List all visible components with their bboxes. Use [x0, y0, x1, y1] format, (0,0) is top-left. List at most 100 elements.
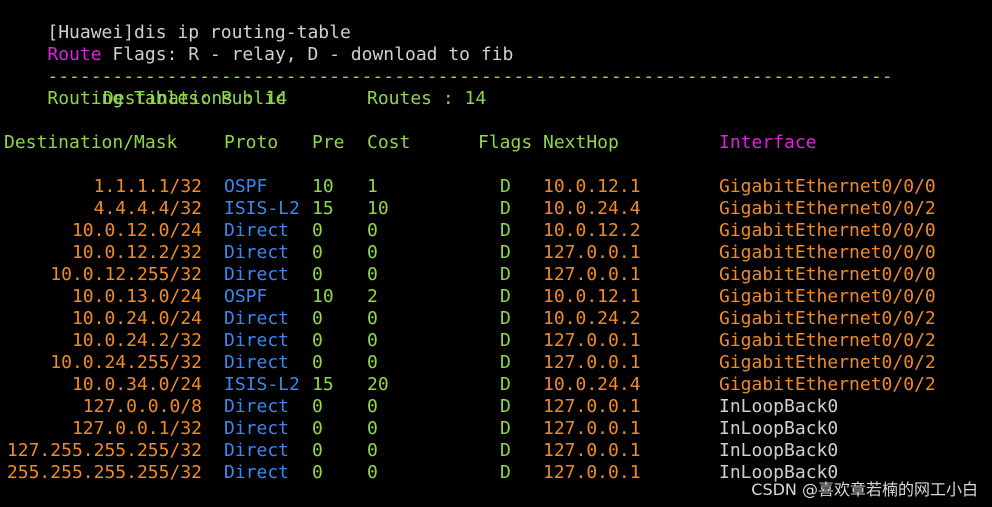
route-preference: 0	[312, 418, 323, 439]
route-nexthop: 10.0.12.1	[543, 176, 641, 197]
csdn-watermark: CSDN @喜欢章若楠的网工小白	[751, 480, 978, 499]
route-flag: D	[500, 176, 511, 197]
route-flag: D	[500, 440, 511, 461]
route-nexthop: 10.0.12.2	[543, 220, 641, 241]
table-row: 1.1.1.1/32 OSPF 10 1 D 10.0.12.1 GigabitEthern…	[4, 176, 988, 198]
route-destination: 4.4.4.4/32	[93, 198, 202, 219]
route-interface: InLoopBack0	[719, 418, 839, 439]
route-preference: 0	[312, 308, 323, 329]
route-preference: 10	[312, 176, 334, 197]
route-proto: OSPF	[224, 176, 268, 197]
destinations-count: Destinations : 14	[103, 88, 288, 109]
route-preference: 0	[312, 352, 323, 373]
route-cost: 1	[367, 176, 378, 197]
route-proto: Direct	[224, 462, 290, 483]
route-proto: Direct	[224, 330, 290, 351]
route-interface: InLoopBack0	[719, 440, 839, 461]
header-proto: Proto	[224, 132, 279, 153]
route-cost: 0	[367, 264, 378, 285]
table-row: 10.0.12.0/24 Direct 0 0 D 10.0.12.2 GigabitEth…	[4, 220, 988, 242]
table-row: 127.255.255.255/32 Direct 0 0 D 127.0.0.1 InLo…	[4, 440, 988, 462]
route-flag: D	[500, 264, 511, 285]
route-nexthop: 127.0.0.1	[543, 264, 641, 285]
header-nexthop: NextHop	[543, 132, 619, 153]
route-cost: 20	[367, 374, 389, 395]
route-flag: D	[500, 286, 511, 307]
route-interface: GigabitEthernet0/0/2	[719, 308, 936, 329]
route-proto: Direct	[224, 440, 290, 461]
route-cost: 0	[367, 396, 378, 417]
routes-count: Routes : 14	[367, 88, 487, 109]
routing-tables-line: Routing Tables: Public	[4, 66, 988, 109]
route-preference: 0	[312, 242, 323, 263]
route-nexthop: 127.0.0.1	[543, 330, 641, 351]
route-interface: GigabitEthernet0/0/0	[719, 176, 936, 197]
table-row: 10.0.34.0/24 ISIS-L2 15 20 D 10.0.24.4 Gigabit…	[4, 374, 988, 396]
route-nexthop: 127.0.0.1	[543, 418, 641, 439]
route-interface: GigabitEthernet0/0/2	[719, 352, 936, 373]
table-row: 10.0.12.2/32 Direct 0 0 D 127.0.0.1 GigabitEth…	[4, 242, 988, 264]
route-proto: Direct	[224, 220, 290, 241]
route-proto: Direct	[224, 418, 290, 439]
route-flag: D	[500, 308, 511, 329]
route-proto: Direct	[224, 242, 290, 263]
table-row: 10.0.12.255/32 Direct 0 0 D 127.0.0.1 GigabitE…	[4, 264, 988, 286]
route-interface: GigabitEthernet0/0/2	[719, 374, 936, 395]
flags-line: Route Flags: R - relay, D - download to …	[4, 22, 988, 65]
route-flag: D	[500, 242, 511, 263]
route-destination: 255.255.255.255/32	[6, 462, 202, 483]
table-row: 10.0.24.255/32 Direct 0 0 D 127.0.0.1 GigabitE…	[4, 352, 988, 374]
route-destination: 10.0.12.255/32	[50, 264, 202, 285]
route-nexthop: 10.0.24.2	[543, 308, 641, 329]
route-flag: D	[500, 220, 511, 241]
separator-line: ----------------------------------------…	[4, 44, 988, 87]
route-cost: 10	[367, 198, 389, 219]
route-nexthop: 127.0.0.1	[543, 396, 641, 417]
header-destination: Destination/Mask	[4, 132, 178, 153]
table-header: Destination/Mask Proto Pre Cost Flags Ne…	[4, 132, 988, 154]
route-destination: 10.0.24.255/32	[50, 352, 202, 373]
route-cost: 0	[367, 352, 378, 373]
route-preference: 15	[312, 374, 334, 395]
route-destination: 10.0.12.0/24	[71, 220, 202, 241]
route-proto: OSPF	[224, 286, 268, 307]
command-line: [Huawei]dis ip routing-table	[4, 0, 988, 43]
route-destination: 10.0.34.0/24	[71, 374, 202, 395]
route-preference: 0	[312, 440, 323, 461]
route-flag: D	[500, 352, 511, 373]
route-preference: 0	[312, 462, 323, 483]
header-flags: Flags	[478, 132, 533, 153]
route-destination: 10.0.12.2/32	[71, 242, 202, 263]
route-preference: 0	[312, 330, 323, 351]
header-pre: Pre	[312, 132, 345, 153]
route-nexthop: 10.0.24.4	[543, 374, 641, 395]
route-cost: 0	[367, 462, 378, 483]
route-destination: 127.255.255.255/32	[6, 440, 202, 461]
route-cost: 0	[367, 220, 378, 241]
terminal-output[interactable]: [Huawei]dis ip routing-table Route Flags…	[4, 0, 988, 484]
route-preference: 0	[312, 220, 323, 241]
route-interface: InLoopBack0	[719, 396, 839, 417]
route-preference: 0	[312, 396, 323, 417]
route-table-body: 1.1.1.1/32 OSPF 10 1 D 10.0.12.1 GigabitEthern…	[4, 176, 988, 484]
table-row: 10.0.13.0/24 OSPF 10 2 D 10.0.12.1 GigabitEthe…	[4, 286, 988, 308]
route-destination: 127.0.0.0/8	[82, 396, 202, 417]
table-row: 10.0.24.0/24 Direct 0 0 D 10.0.24.2 GigabitEth…	[4, 308, 988, 330]
route-proto: Direct	[224, 352, 290, 373]
route-destination: 1.1.1.1/32	[93, 176, 202, 197]
route-proto: ISIS-L2	[224, 374, 300, 395]
route-preference: 10	[312, 286, 334, 307]
route-flag: D	[500, 330, 511, 351]
header-interface: Interface	[719, 132, 817, 153]
route-nexthop: 127.0.0.1	[543, 352, 641, 373]
route-interface: GigabitEthernet0/0/2	[719, 330, 936, 351]
table-row: 127.0.0.1/32 Direct 0 0 D 127.0.0.1 InLoopBack…	[4, 418, 988, 440]
route-flag: D	[500, 418, 511, 439]
route-cost: 0	[367, 330, 378, 351]
table-row: 4.4.4.4/32 ISIS-L2 15 10 D 10.0.24.4 GigabitEt…	[4, 198, 988, 220]
route-flag: D	[500, 396, 511, 417]
summary-line: Destinations : 14 Routes : 14	[4, 88, 988, 110]
route-interface: GigabitEthernet0/0/0	[719, 242, 936, 263]
